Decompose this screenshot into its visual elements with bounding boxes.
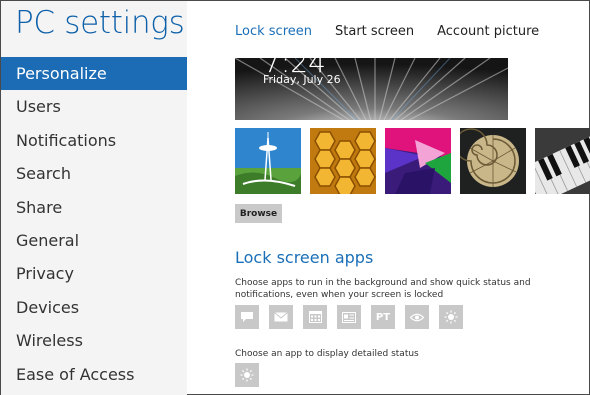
tab-lock-screen[interactable]: Lock screen [235,24,312,39]
app-slot-weather[interactable] [439,305,463,329]
app-slot-news[interactable] [337,305,361,329]
sidebar-item-ease-of-access[interactable]: Ease of Access [1,358,187,391]
preview-date: Friday, July 26 [263,73,341,86]
sidebar-item-wireless[interactable]: Wireless [1,324,187,357]
lock-screen-app-slots: PT [235,305,463,329]
sidebar-item-share[interactable]: Share [1,191,187,224]
message-icon [241,312,253,322]
sidebar-item-personalize[interactable]: Personalize [1,57,187,91]
browse-button[interactable]: Browse [235,204,282,223]
eye-icon [410,313,424,321]
lock-screen-apps-description: Choose apps to run in the background and… [235,278,531,300]
tab-bar: Lock screen Start screen Account picture [235,24,562,39]
detailed-status-label: Choose an app to display detailed status [235,349,419,359]
weather-icon [444,310,458,324]
weather-icon [240,368,254,382]
app-title: PC settings [15,5,185,41]
app-slot-calendar[interactable] [303,305,327,329]
thumbnail-nautilus[interactable] [460,128,526,194]
app-slot-message[interactable] [235,305,259,329]
sidebar-item-users[interactable]: Users [1,90,187,123]
sidebar-item-search[interactable]: Search [1,157,187,190]
thumbnail-space-needle[interactable] [235,128,301,194]
thumbnail-piano[interactable] [535,128,590,194]
sidebar-item-general[interactable]: General [1,224,187,257]
wallpaper-thumbnails [235,128,590,194]
thumbnail-geometric[interactable] [385,128,451,194]
sidebar-item-privacy[interactable]: Privacy [1,257,187,290]
lock-screen-preview: 7:24 Friday, July 26 [235,58,508,120]
news-icon [342,311,356,323]
app-slot-eye[interactable] [405,305,429,329]
tab-start-screen[interactable]: Start screen [335,24,414,39]
calendar-icon [308,311,322,323]
sidebar-item-devices[interactable]: Devices [1,291,187,324]
pt-icon: PT [375,311,391,323]
sidebar: PC settings Personalize Users Notificati… [1,1,187,395]
thumbnail-honeycomb[interactable] [310,128,376,194]
mail-icon [274,312,288,322]
main-panel: Lock screen Start screen Account picture [187,1,590,395]
app-slot-mail[interactable] [269,305,293,329]
app-slot-pt[interactable]: PT [371,305,395,329]
detailed-status-app-slot[interactable] [235,363,259,387]
lock-screen-apps-title: Lock screen apps [235,248,374,267]
tab-account-picture[interactable]: Account picture [437,24,539,39]
sidebar-nav: Personalize Users Notifications Search S… [1,57,187,391]
sidebar-item-notifications[interactable]: Notifications [1,124,187,157]
